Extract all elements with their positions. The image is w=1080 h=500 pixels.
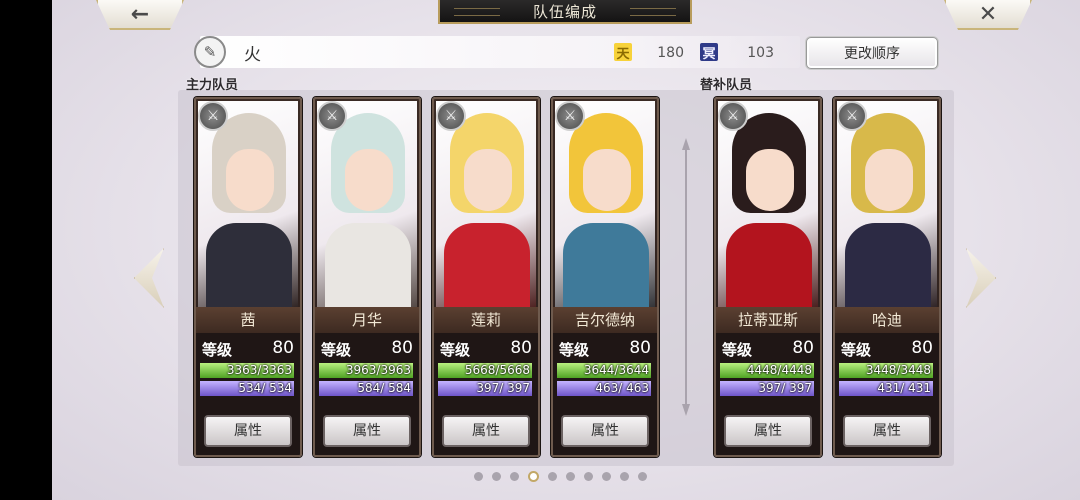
weapon-type-icon: ⚔ [837,101,867,131]
next-page-arrow-icon[interactable] [966,248,996,308]
character-name: 哈迪 [835,307,939,333]
character-stats: 等级 80 4448/4448 397/ 397 属性 [716,333,820,455]
character-portrait [555,101,655,307]
hp-bar: 3448/3448 [839,363,933,378]
hell-value: 103 [747,45,774,61]
character-portrait [198,101,298,307]
character-name: 拉蒂亚斯 [716,307,820,333]
member-card[interactable]: ⚔ 茜 等级 80 3363/3363 534/ 534 属性 [194,97,302,457]
level-value: 80 [272,338,294,358]
character-portrait [837,101,937,307]
character-stats: 等级 80 3644/3644 463/ 463 属性 [553,333,657,455]
mp-bar: 397/ 397 [720,381,814,396]
mp-bar: 463/ 463 [557,381,651,396]
page-dot[interactable] [620,472,629,481]
character-stats: 等级 80 3448/3448 431/ 431 属性 [835,333,939,455]
level-label: 等级 [321,341,352,359]
hp-bar: 4448/4448 [720,363,814,378]
hp-bar: 3363/3363 [200,363,294,378]
edit-name-button[interactable]: ✎ [194,36,226,68]
heaven-value: 180 [657,45,684,61]
attribute-button[interactable]: 属性 [442,415,530,447]
team-formation-screen: ← 队伍编成 ✕ ✎ 火 天 180 冥 103 更改顺序 主力队员 替补队员 … [52,0,1080,500]
character-name: 月华 [315,307,419,333]
pen-icon: ✎ [203,43,217,61]
level-label: 等级 [722,341,753,359]
level-value: 80 [792,338,814,358]
page-dot[interactable] [528,471,539,482]
character-name: 莲莉 [434,307,538,333]
page-title: 队伍编成 [438,0,692,24]
attribute-button[interactable]: 属性 [843,415,931,447]
hp-bar: 5668/5668 [438,363,532,378]
character-stats: 等级 80 3963/3963 584/ 584 属性 [315,333,419,455]
main-sub-divider [682,138,690,416]
level-label: 等级 [841,341,872,359]
level-value: 80 [911,338,933,358]
weapon-type-icon: ⚔ [718,101,748,131]
weapon-type-icon: ⚔ [436,101,466,131]
mp-bar: 534/ 534 [200,381,294,396]
level-value: 80 [629,338,651,358]
hell-icon: 冥 [700,43,718,62]
mp-bar: 584/ 584 [319,381,413,396]
close-button[interactable]: ✕ [944,0,1032,30]
mp-bar: 397/ 397 [438,381,532,396]
weapon-type-icon: ⚔ [198,101,228,131]
member-card[interactable]: ⚔ 吉尔德纳 等级 80 3644/3644 463/ 463 属性 [551,97,659,457]
hp-bar: 3644/3644 [557,363,651,378]
character-stats: 等级 80 5668/5668 397/ 397 属性 [434,333,538,455]
prev-page-arrow-icon[interactable] [134,248,164,308]
weapon-type-icon: ⚔ [317,101,347,131]
page-indicator [474,471,647,482]
member-card[interactable]: ⚔ 月华 等级 80 3963/3963 584/ 584 属性 [313,97,421,457]
character-portrait [436,101,536,307]
team-name: 火 [244,45,261,65]
page-dot[interactable] [548,472,557,481]
character-stats: 等级 80 3363/3363 534/ 534 属性 [196,333,300,455]
level-label: 等级 [440,341,471,359]
character-portrait [718,101,818,307]
member-card[interactable]: ⚔ 拉蒂亚斯 等级 80 4448/4448 397/ 397 属性 [714,97,822,457]
back-button[interactable]: ← [96,0,184,30]
hp-bar: 3963/3963 [319,363,413,378]
level-label: 等级 [559,341,590,359]
close-icon: ✕ [978,1,998,27]
level-label: 等级 [202,341,233,359]
page-dot[interactable] [474,472,483,481]
attribute-button[interactable]: 属性 [323,415,411,447]
weapon-type-icon: ⚔ [555,101,585,131]
attribute-button[interactable]: 属性 [204,415,292,447]
level-value: 80 [510,338,532,358]
page-dot[interactable] [638,472,647,481]
back-arrow-icon: ← [130,1,150,27]
character-name: 茜 [196,307,300,333]
change-order-button[interactable]: 更改顺序 [806,37,938,69]
character-portrait [317,101,417,307]
level-value: 80 [391,338,413,358]
attribute-button[interactable]: 属性 [724,415,812,447]
attribute-button[interactable]: 属性 [561,415,649,447]
mp-bar: 431/ 431 [839,381,933,396]
character-name: 吉尔德纳 [553,307,657,333]
member-card[interactable]: ⚔ 哈迪 等级 80 3448/3448 431/ 431 属性 [833,97,941,457]
member-card[interactable]: ⚔ 莲莉 等级 80 5668/5668 397/ 397 属性 [432,97,540,457]
page-dot[interactable] [584,472,593,481]
page-dot[interactable] [566,472,575,481]
page-dot[interactable] [510,472,519,481]
page-dot[interactable] [602,472,611,481]
heaven-icon: 天 [614,43,632,62]
page-dot[interactable] [492,472,501,481]
